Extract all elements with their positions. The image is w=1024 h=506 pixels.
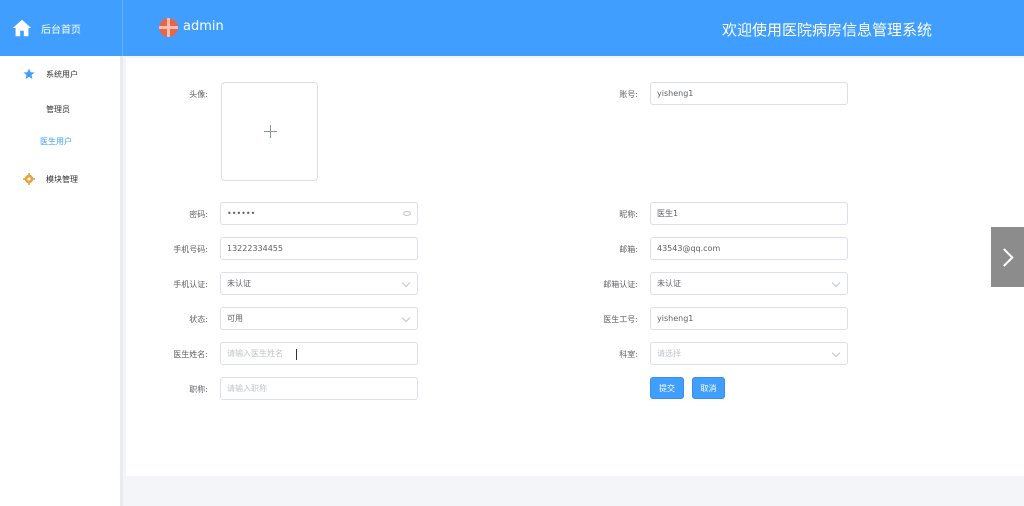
star-icon	[23, 68, 35, 79]
department-label: 科室:	[619, 350, 638, 359]
phone-input[interactable]: 13222334455	[220, 237, 418, 260]
doctor-no-input[interactable]: yisheng1	[650, 307, 848, 330]
home-link[interactable]: 后台首页	[0, 0, 123, 56]
home-label: 后台首页	[41, 24, 81, 36]
doctor-name-label: 医生姓名:	[173, 350, 208, 359]
gear-icon	[23, 173, 35, 185]
avatar-uploader[interactable]	[221, 82, 318, 181]
phone-label: 手机号码:	[173, 245, 208, 254]
email-verify-label: 邮箱认证:	[603, 280, 638, 289]
account-input[interactable]: yisheng1	[650, 82, 848, 105]
email-label: 邮箱:	[619, 245, 638, 254]
department-select[interactable]: 请选择	[650, 342, 848, 365]
password-input[interactable]: ••••••	[220, 202, 418, 225]
chevron-right-icon	[995, 247, 1014, 267]
nickname-input[interactable]: 医生1	[650, 202, 848, 225]
email-input[interactable]: 43543@qq.com	[650, 237, 848, 260]
status-select[interactable]: 可用	[220, 307, 418, 330]
sidebar: 系统用户 管理员 医生用户 模块管理	[0, 56, 123, 506]
user-avatar[interactable]	[159, 18, 178, 37]
eye-icon[interactable]	[403, 211, 411, 216]
sidebar-item-label: 模块管理	[46, 174, 78, 184]
password-label: 密码:	[189, 210, 208, 219]
email-verify-select[interactable]: 未认证	[650, 272, 848, 295]
submit-button[interactable]: 提交	[650, 377, 684, 399]
title-label: 职称:	[189, 385, 208, 394]
phone-verify-label: 手机认证:	[173, 280, 208, 289]
next-slide-button[interactable]	[991, 227, 1024, 287]
status-label: 状态:	[189, 315, 208, 324]
sidebar-item-admin[interactable]: 管理员	[0, 104, 120, 115]
sidebar-item-label: 系统用户	[46, 69, 78, 79]
chevron-down-icon	[401, 278, 411, 288]
chevron-down-icon	[831, 348, 841, 358]
phone-verify-select[interactable]: 未认证	[220, 272, 418, 295]
sidebar-item-doctor-users[interactable]: 医生用户	[0, 136, 120, 147]
sidebar-item-module-management[interactable]: 模块管理	[0, 173, 120, 185]
title-input[interactable]: 请输入职称	[220, 377, 418, 400]
text-cursor-icon	[296, 349, 300, 360]
top-header: admin 欢迎使用医院病房信息管理系统	[123, 0, 1024, 56]
sidebar-item-system-users[interactable]: 系统用户	[0, 68, 120, 80]
doctor-no-label: 医生工号:	[603, 315, 638, 324]
home-icon	[12, 19, 32, 37]
username[interactable]: admin	[183, 19, 224, 34]
avatar-label: 头像:	[189, 90, 208, 99]
chevron-down-icon	[831, 278, 841, 288]
chevron-down-icon	[401, 313, 411, 323]
nickname-label: 昵称:	[619, 210, 638, 219]
cancel-button[interactable]: 取消	[692, 377, 725, 399]
system-title: 欢迎使用医院病房信息管理系统	[721, 21, 932, 39]
account-label: 账号:	[619, 90, 638, 99]
doctor-name-input[interactable]: 请输入医生姓名	[220, 342, 418, 365]
